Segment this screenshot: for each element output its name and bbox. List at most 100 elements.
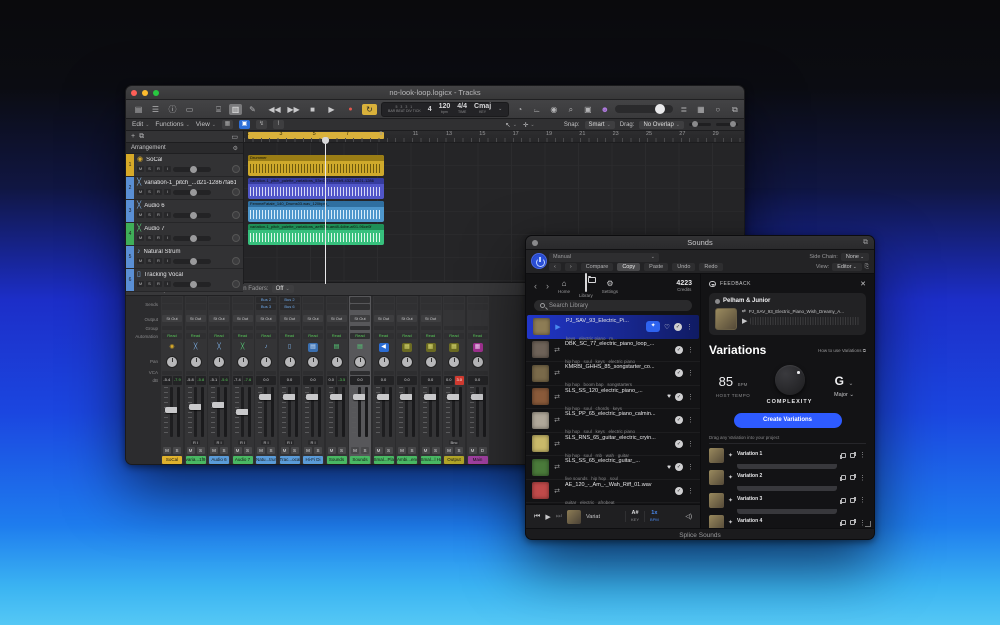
- channel-name[interactable]: Output: [444, 456, 464, 464]
- pan-knob[interactable]: [448, 356, 460, 368]
- nav-library[interactable]: Library: [579, 274, 593, 298]
- automation-mode-button[interactable]: Read: [256, 333, 276, 339]
- channel-solo-button[interactable]: S: [173, 447, 181, 454]
- solo-button[interactable]: S: [146, 166, 153, 172]
- duplicate-track-button[interactable]: ⧉: [139, 133, 144, 141]
- fader-track[interactable]: [194, 387, 197, 437]
- channel-name[interactable]: Smal...Plate: [374, 456, 394, 464]
- pan-knob[interactable]: [401, 356, 413, 368]
- track-name[interactable]: Audio 7: [144, 226, 164, 232]
- next-button[interactable]: ⏭: [556, 513, 562, 521]
- loop-icon[interactable]: ⇄: [553, 346, 561, 354]
- output-button[interactable]: St Out: [303, 315, 323, 322]
- channel-solo-button[interactable]: S: [220, 447, 228, 454]
- output-button[interactable]: St Out: [233, 315, 253, 322]
- variation-more-icon[interactable]: ⋮: [859, 496, 866, 504]
- track-name[interactable]: Tracking Vocal: [144, 272, 183, 278]
- channel-name[interactable]: Trac...ocal: [280, 456, 300, 464]
- mixer-icon[interactable]: ⌸: [212, 104, 225, 115]
- credits-display[interactable]: 4223 Credits: [676, 280, 692, 292]
- track-header[interactable]: 2 ╳ variation-1_pitch_...d21-12867fa61f9…: [126, 177, 243, 200]
- fader-track[interactable]: [217, 387, 220, 437]
- channel-name[interactable]: Hi-Fi Di: [303, 456, 323, 464]
- plugin-action-button[interactable]: Compare: [581, 263, 614, 271]
- track-pan-knob[interactable]: [232, 211, 240, 219]
- channel-name[interactable]: Sounds: [350, 456, 370, 464]
- fader-knob[interactable]: [236, 409, 249, 415]
- channel-name[interactable]: SoCal: [162, 456, 182, 464]
- send-slot[interactable]: Bus 2: [256, 297, 276, 303]
- vca-slot[interactable]: [209, 371, 229, 375]
- gear-icon[interactable]: ⚙: [233, 145, 238, 152]
- secondary-tool-menu[interactable]: ✛: [523, 121, 535, 129]
- record-enable-button[interactable]: R: [155, 235, 162, 241]
- downloaded-check-icon[interactable]: ✓: [675, 346, 683, 354]
- inspector-toggle-icon[interactable]: ▥: [229, 104, 242, 115]
- solo-button[interactable]: S: [146, 189, 153, 195]
- preset-prev-button[interactable]: ‹: [549, 263, 561, 271]
- player-key[interactable]: A#KEY: [625, 511, 639, 522]
- loop-icon[interactable]: ⇄: [553, 393, 561, 401]
- channel-mute-button[interactable]: M: [234, 447, 242, 454]
- send-slot[interactable]: Bus 2: [280, 297, 300, 303]
- channel-mute-button[interactable]: M: [375, 447, 383, 454]
- smart-controls-icon[interactable]: ▭: [183, 104, 196, 115]
- track-pan-knob[interactable]: [232, 188, 240, 196]
- logic-titlebar[interactable]: no-look-loop.logicx - Tracks: [126, 86, 744, 100]
- channel-strip[interactable]: St Out Read ▦ 0.0: [420, 296, 442, 465]
- track-header[interactable]: 1 ◉ SoCal M S R I: [126, 154, 243, 177]
- track-header[interactable]: 5 ♪ Natural Strum M S R I: [126, 246, 243, 269]
- track-name[interactable]: variation-1_pitch_...d21-12867fa61f9: [144, 180, 236, 186]
- pan-knob[interactable]: [354, 356, 366, 368]
- input-monitor-button[interactable]: I: [164, 281, 171, 287]
- channel-solo-button[interactable]: S: [338, 447, 346, 454]
- record-input-buttons[interactable]: R I: [191, 440, 200, 445]
- channel-solo-button[interactable]: S: [432, 447, 440, 454]
- replace-icon[interactable]: ▣: [581, 104, 594, 115]
- flex-icon[interactable]: ⌇: [273, 120, 284, 129]
- track-name[interactable]: Audio 6: [144, 203, 164, 209]
- channel-strip[interactable]: St Out Read ▦ 0.0: [396, 296, 418, 465]
- thumbs-up-icon[interactable]: [841, 520, 846, 525]
- automation-mode-button[interactable]: Read: [209, 333, 229, 339]
- automation-mode-button[interactable]: Read: [327, 333, 347, 339]
- channel-mute-button[interactable]: M: [469, 447, 477, 454]
- fader-knob[interactable]: [189, 404, 202, 410]
- plugin-power-button[interactable]: [531, 253, 547, 269]
- group-slot[interactable]: [327, 326, 347, 330]
- output-button[interactable]: St Out: [327, 315, 347, 322]
- channel-strip[interactable]: St Out Read ▤ 0.0: [302, 296, 324, 465]
- vca-slot[interactable]: [350, 371, 370, 375]
- downloaded-check-icon[interactable]: ✓: [675, 440, 683, 448]
- channel-name[interactable]: Audio 6: [209, 456, 229, 464]
- pan-knob[interactable]: [213, 356, 225, 368]
- channel-solo-button[interactable]: S: [361, 447, 369, 454]
- vca-slot[interactable]: [374, 371, 394, 375]
- tuner-icon[interactable]: ◉: [547, 104, 560, 115]
- channel-mute-button[interactable]: M: [304, 447, 312, 454]
- vca-slot[interactable]: [256, 371, 276, 375]
- bar-ruler[interactable]: 1357911131517192123252729: [244, 131, 744, 142]
- track-number[interactable]: 3: [126, 200, 134, 222]
- channel-strip[interactable]: St Out Read ╳ -5.1 -5.6: [208, 296, 230, 465]
- like-heart-icon[interactable]: ♡: [664, 323, 670, 331]
- channel-name[interactable]: Smal...l Hall: [421, 456, 441, 464]
- record-enable-button[interactable]: R: [155, 189, 162, 195]
- channel-solo-button[interactable]: S: [408, 447, 416, 454]
- loop-icon[interactable]: ⇄: [553, 369, 561, 377]
- group-slot[interactable]: [280, 326, 300, 330]
- list-editors-icon[interactable]: ☰: [149, 104, 162, 115]
- pointer-tool-menu[interactable]: ↖: [505, 121, 517, 129]
- channel-strip[interactable]: St Out Read ◀ 0.0: [373, 296, 395, 465]
- sample-play-icon[interactable]: ▶: [554, 323, 562, 331]
- variation-row[interactable]: ✦ Variation 3 ⋮: [709, 489, 866, 512]
- track-number[interactable]: 5: [126, 246, 134, 268]
- vca-slot[interactable]: [397, 371, 417, 375]
- track-volume-slider[interactable]: [173, 259, 211, 264]
- share-icon[interactable]: ⧉: [728, 104, 741, 115]
- thumbs-down-icon[interactable]: [850, 453, 855, 458]
- output-button[interactable]: St Out: [374, 315, 394, 322]
- view-menu[interactable]: View: [196, 121, 216, 128]
- track-pan-knob[interactable]: [232, 257, 240, 265]
- add-track-button[interactable]: +: [131, 133, 135, 140]
